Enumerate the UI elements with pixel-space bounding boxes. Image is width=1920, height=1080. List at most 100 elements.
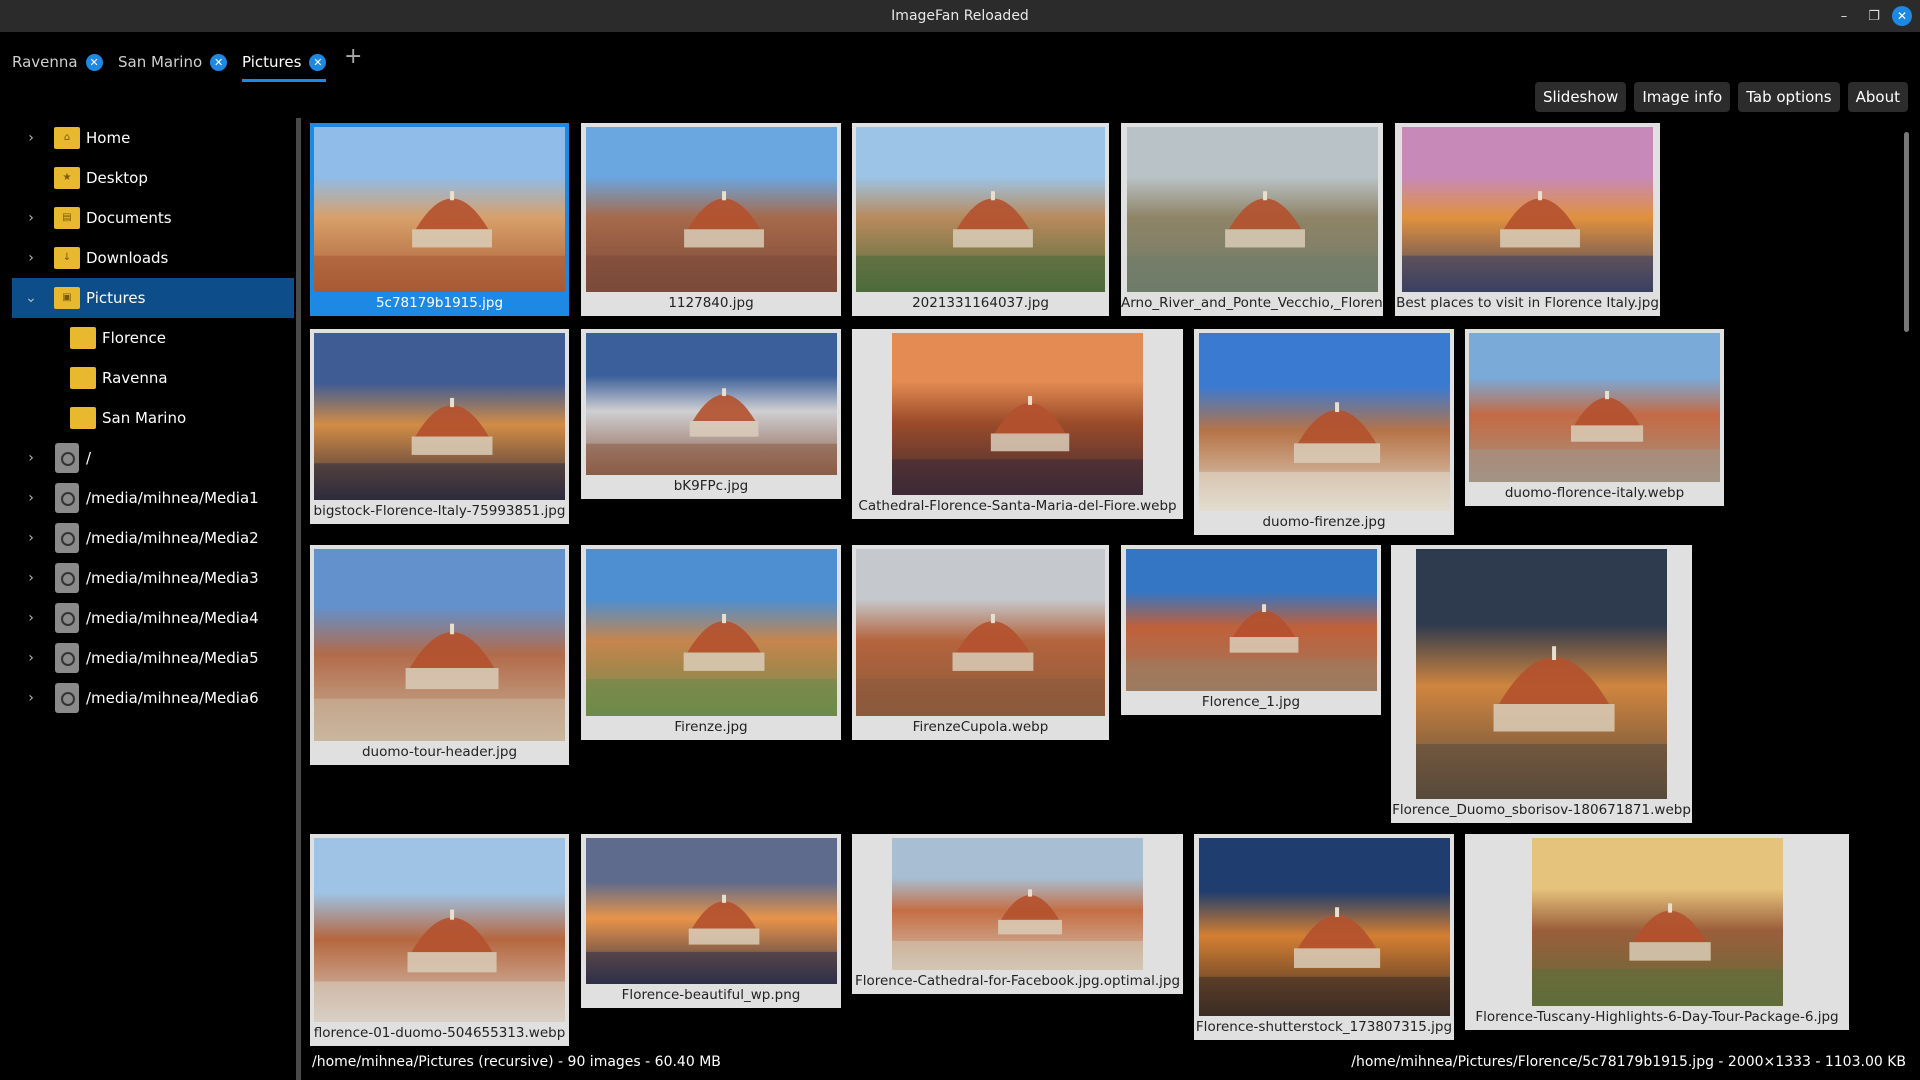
sidebar-item-home[interactable]: › ⌂ Home bbox=[12, 118, 294, 158]
tab-options-button[interactable]: Tab options bbox=[1738, 82, 1840, 112]
document-icon: ▤ bbox=[54, 207, 80, 229]
thumbnail-image bbox=[892, 838, 1143, 970]
thumbnail-caption: Florence_1.jpg bbox=[1201, 694, 1301, 710]
thumbnail-item[interactable]: duomo-firenze.jpg bbox=[1194, 329, 1454, 535]
chevron-right-icon[interactable]: › bbox=[24, 570, 38, 586]
add-tab-icon[interactable]: + bbox=[344, 44, 362, 69]
thumbnail-caption: duomo-tour-header.jpg bbox=[361, 744, 518, 760]
tab-pictures[interactable]: Pictures ✕ bbox=[242, 46, 327, 82]
close-tab-icon[interactable]: ✕ bbox=[309, 53, 327, 71]
thumbnail-caption: Florence_Duomo_sborisov-180671871.webp bbox=[1392, 802, 1691, 818]
thumbnail-item[interactable]: bK9FPc.jpg bbox=[581, 329, 841, 499]
sidebar-item-media-mihnea-media1[interactable]: › /media/mihnea/Media1 bbox=[12, 478, 294, 518]
chevron-right-icon[interactable]: › bbox=[24, 130, 38, 146]
folder-tree: › ⌂ Home ★ Desktop › ▤ Documents › ↓ Downloads ⌄ ▣ Pi… bbox=[12, 118, 294, 718]
sidebar-item-label: Desktop bbox=[86, 169, 148, 187]
drive-icon bbox=[55, 483, 79, 513]
sidebar-item-media-mihnea-media2[interactable]: › /media/mihnea/Media2 bbox=[12, 518, 294, 558]
tab-bar: Ravenna ✕ San Marino ✕ Pictures ✕ bbox=[0, 36, 1920, 84]
chevron-right-icon[interactable]: › bbox=[24, 210, 38, 226]
sidebar-item-ravenna[interactable]: Ravenna bbox=[12, 358, 294, 398]
chevron-right-icon[interactable]: › bbox=[24, 450, 38, 466]
thumbnail-item[interactable]: duomo-florence-italy.webp bbox=[1465, 329, 1724, 506]
sidebar-item-florence[interactable]: Florence bbox=[12, 318, 294, 358]
chevron-right-icon[interactable]: › bbox=[24, 490, 38, 506]
thumbnail-item[interactable]: FirenzeCupola.webp bbox=[852, 545, 1109, 740]
thumbnail-image bbox=[585, 127, 837, 292]
thumbnail-item[interactable]: Florence-Tuscany-Highlights-6-Day-Tour-P… bbox=[1465, 834, 1849, 1030]
thumbnail-caption: FirenzeCupola.webp bbox=[912, 719, 1049, 735]
about-button[interactable]: About bbox=[1847, 82, 1908, 112]
sidebar-item-media-mihnea-media4[interactable]: › /media/mihnea/Media4 bbox=[12, 598, 294, 638]
sidebar-item-label: Downloads bbox=[86, 249, 169, 267]
thumbnail-item[interactable]: duomo-tour-header.jpg bbox=[310, 545, 569, 765]
sidebar-item-media-mihnea-media3[interactable]: › /media/mihnea/Media3 bbox=[12, 558, 294, 598]
tab-label: Ravenna bbox=[12, 53, 78, 71]
thumbnail-caption: duomo-firenze.jpg bbox=[1262, 514, 1386, 530]
chevron-right-icon[interactable]: › bbox=[24, 610, 38, 626]
sidebar-item-label: Home bbox=[86, 129, 131, 147]
chevron-down-icon[interactable]: ⌄ bbox=[24, 290, 38, 306]
splitter[interactable] bbox=[296, 118, 301, 1080]
thumbnail-item[interactable]: florence-01-duomo-504655313.webp bbox=[310, 834, 569, 1046]
thumbnail-item[interactable]: 5c78179b1915.jpg bbox=[310, 123, 569, 316]
close-tab-icon[interactable]: ✕ bbox=[85, 53, 103, 71]
drive-icon bbox=[55, 443, 79, 473]
folder-icon bbox=[70, 327, 96, 349]
thumbnail-item[interactable]: Firenze.jpg bbox=[581, 545, 841, 740]
chevron-right-icon[interactable]: › bbox=[24, 250, 38, 266]
thumbnail-item[interactable]: Arno_River_and_Ponte_Vecchio,_Florence.j… bbox=[1121, 123, 1383, 316]
thumbnail-grid: 5c78179b1915.jpg 1127840.jpg 2021331164037… bbox=[306, 116, 1886, 1046]
sidebar-item-media-mihnea-media5[interactable]: › /media/mihnea/Media5 bbox=[12, 638, 294, 678]
tab-label: Pictures bbox=[242, 53, 302, 71]
sidebar-item-root[interactable]: › / bbox=[12, 438, 294, 478]
drive-icon bbox=[55, 523, 79, 553]
thumbnail-item[interactable]: Florence-beautiful_wp.png bbox=[581, 834, 841, 1008]
chevron-right-icon[interactable]: › bbox=[24, 530, 38, 546]
slideshow-button[interactable]: Slideshow bbox=[1534, 82, 1627, 112]
thumbnail-caption: 2021331164037.jpg bbox=[912, 295, 1049, 311]
image-info-button[interactable]: Image info bbox=[1634, 82, 1731, 112]
tab-san-marino[interactable]: San Marino ✕ bbox=[118, 46, 228, 78]
thumbnail-image bbox=[585, 333, 837, 475]
thumbnail-caption: florence-01-duomo-504655313.webp bbox=[313, 1025, 566, 1041]
download-icon: ↓ bbox=[54, 247, 80, 269]
drive-icon bbox=[55, 683, 79, 713]
chevron-right-icon[interactable]: › bbox=[24, 650, 38, 666]
thumbnail-item[interactable]: Florence_1.jpg bbox=[1121, 545, 1381, 715]
sidebar-item-media-mihnea-media6[interactable]: › /media/mihnea/Media6 bbox=[12, 678, 294, 718]
close-tab-icon[interactable]: ✕ bbox=[210, 53, 228, 71]
sidebar-item-desktop[interactable]: ★ Desktop bbox=[12, 158, 294, 198]
minimize-icon[interactable]: – bbox=[1834, 6, 1854, 26]
thumbnail-image bbox=[314, 127, 565, 292]
tab-label: San Marino bbox=[118, 53, 203, 71]
sidebar-item-pictures[interactable]: ⌄ ▣ Pictures bbox=[12, 278, 294, 318]
thumbnail-image bbox=[1469, 333, 1720, 482]
sidebar-item-downloads[interactable]: › ↓ Downloads bbox=[12, 238, 294, 278]
window-title: ImageFan Reloaded bbox=[891, 8, 1029, 24]
thumbnail-caption: Florence-Tuscany-Highlights-6-Day-Tour-P… bbox=[1475, 1009, 1839, 1025]
chevron-right-icon[interactable]: › bbox=[24, 690, 38, 706]
thumbnail-image bbox=[856, 127, 1105, 292]
sidebar-item-label: /media/mihnea/Media3 bbox=[86, 569, 259, 587]
sidebar-item-label: / bbox=[86, 449, 92, 467]
thumbnail-item[interactable]: Florence-shutterstock_173807315.jpg bbox=[1194, 834, 1454, 1040]
tab-ravenna[interactable]: Ravenna ✕ bbox=[12, 46, 103, 78]
maximize-icon[interactable]: ❐ bbox=[1864, 6, 1884, 26]
drive-icon bbox=[55, 643, 79, 673]
thumbnail-item[interactable]: Cathedral-Florence-Santa-Maria-del-Fiore… bbox=[852, 329, 1183, 519]
thumbnail-caption: 5c78179b1915.jpg bbox=[375, 295, 504, 311]
drive-icon bbox=[55, 563, 79, 593]
thumbnail-item[interactable]: Best places to visit in Florence Italy.j… bbox=[1395, 123, 1660, 316]
thumbnail-image bbox=[314, 549, 565, 741]
sidebar-item-documents[interactable]: › ▤ Documents bbox=[12, 198, 294, 238]
thumbnail-caption: Cathedral-Florence-Santa-Maria-del-Fiore… bbox=[858, 498, 1177, 514]
thumbnail-item[interactable]: 1127840.jpg bbox=[581, 123, 841, 316]
thumbnail-item[interactable]: Florence-Cathedral-for-Facebook.jpg.opti… bbox=[852, 834, 1183, 994]
thumbnail-item[interactable]: 2021331164037.jpg bbox=[852, 123, 1109, 316]
vertical-scrollbar[interactable] bbox=[1904, 132, 1909, 332]
sidebar-item-san-marino[interactable]: San Marino bbox=[12, 398, 294, 438]
thumbnail-item[interactable]: bigstock-Florence-Italy-75993851.jpg bbox=[310, 329, 569, 524]
close-window-icon[interactable]: ✕ bbox=[1892, 6, 1912, 26]
thumbnail-item[interactable]: Florence_Duomo_sborisov-180671871.webp bbox=[1391, 545, 1692, 823]
